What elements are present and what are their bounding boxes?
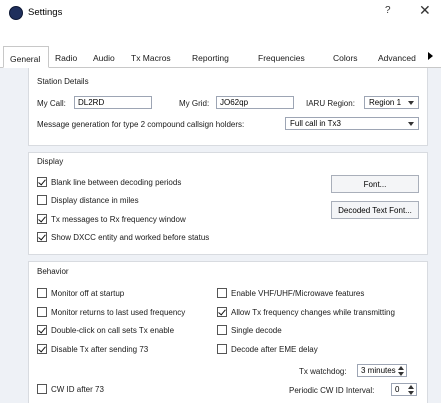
tx-watchdog-spinbox[interactable]: 3 minutes	[357, 364, 407, 377]
my-grid-label: My Grid:	[179, 99, 210, 108]
tx-watchdog-label: Tx watchdog:	[299, 367, 347, 376]
tab-general[interactable]: General	[3, 46, 50, 68]
behavior-title: Behavior	[37, 267, 69, 276]
tab-audio[interactable]: Audio	[93, 53, 115, 63]
periodic-cw-id-label: Periodic CW ID Interval:	[289, 386, 375, 395]
vhf-features-label: Enable VHF/UHF/Microwave features	[231, 288, 365, 298]
cw-id-label: CW ID after 73	[51, 384, 104, 394]
checkbox-unchecked-icon	[217, 325, 227, 335]
tab-bar: General Radio Audio Tx Macros Reporting …	[0, 40, 441, 68]
single-decode-label: Single decode	[231, 325, 282, 335]
tx-rx-window-checkbox[interactable]: Tx messages to Rx frequency window	[37, 214, 186, 224]
checkbox-unchecked-icon	[217, 344, 227, 354]
tab-frequencies[interactable]: Frequencies	[258, 53, 305, 63]
help-button[interactable]: ?	[385, 5, 391, 16]
checkbox-checked-icon	[37, 232, 47, 242]
tab-tx-macros[interactable]: Tx Macros	[131, 53, 171, 63]
checkbox-checked-icon	[37, 325, 47, 335]
mouse-cursor-icon	[428, 52, 433, 60]
checkbox-checked-icon	[37, 177, 47, 187]
spin-up-icon	[408, 385, 414, 389]
blank-line-label: Blank line between decoding periods	[51, 177, 182, 187]
checkbox-unchecked-icon	[37, 384, 47, 394]
monitor-returns-checkbox[interactable]: Monitor returns to last used frequency	[37, 307, 185, 317]
tab-radio[interactable]: Radio	[55, 53, 77, 63]
my-call-label: My Call:	[37, 99, 66, 108]
tab-reporting[interactable]: Reporting	[192, 53, 229, 63]
iaru-region-label: IARU Region:	[306, 99, 355, 108]
spin-down-icon	[408, 391, 414, 395]
vhf-features-checkbox[interactable]: Enable VHF/UHF/Microwave features	[217, 288, 364, 298]
allow-tx-change-checkbox[interactable]: Allow Tx frequency changes while transmi…	[217, 307, 395, 317]
periodic-cw-id-spinbox[interactable]: 0	[391, 383, 417, 396]
station-details-title: Station Details	[37, 77, 89, 86]
window-title: Settings	[28, 7, 63, 18]
distance-miles-checkbox[interactable]: Display distance in miles	[37, 195, 139, 205]
monitor-off-checkbox[interactable]: Monitor off at startup	[37, 288, 124, 298]
tx-rx-window-label: Tx messages to Rx frequency window	[51, 214, 186, 224]
tab-colors[interactable]: Colors	[333, 53, 358, 63]
display-group: Display Blank line between decoding peri…	[28, 152, 428, 255]
checkbox-checked-icon	[37, 344, 47, 354]
checkbox-checked-icon	[37, 214, 47, 224]
checkbox-unchecked-icon	[217, 288, 227, 298]
decode-eme-label: Decode after EME delay	[231, 344, 318, 354]
close-button[interactable]: ✕	[419, 2, 431, 19]
tx-watchdog-value: 3 minutes	[361, 366, 396, 375]
chevron-down-icon	[408, 122, 414, 126]
compound-callsign-select[interactable]: Full call in Tx3	[285, 117, 419, 130]
my-call-input[interactable]: DL2RD	[74, 96, 152, 109]
cw-id-checkbox[interactable]: CW ID after 73	[37, 384, 104, 394]
monitor-returns-label: Monitor returns to last used frequency	[51, 307, 186, 317]
station-details-group: Station Details My Call: DL2RD My Grid: …	[28, 68, 428, 146]
checkbox-unchecked-icon	[37, 195, 47, 205]
double-click-checkbox[interactable]: Double-click on call sets Tx enable	[37, 325, 174, 335]
allow-tx-change-label: Allow Tx frequency changes while transmi…	[231, 307, 395, 317]
periodic-cw-id-value: 0	[395, 385, 400, 394]
spin-down-icon	[398, 372, 404, 376]
compound-callsign-value: Full call in Tx3	[290, 119, 341, 128]
compound-callsign-label: Message generation for type 2 compound c…	[37, 120, 245, 129]
checkbox-unchecked-icon	[37, 288, 47, 298]
dxcc-label: Show DXCC entity and worked before statu…	[51, 232, 210, 242]
iaru-region-select[interactable]: Region 1	[364, 96, 419, 109]
font-button[interactable]: Font...	[331, 175, 419, 193]
display-title: Display	[37, 157, 64, 166]
checkbox-unchecked-icon	[37, 307, 47, 317]
disable-tx-label: Disable Tx after sending 73	[51, 344, 149, 354]
double-click-label: Double-click on call sets Tx enable	[51, 325, 175, 335]
spin-up-icon	[398, 366, 404, 370]
monitor-off-label: Monitor off at startup	[51, 288, 125, 298]
distance-miles-label: Display distance in miles	[51, 195, 139, 205]
dxcc-checkbox[interactable]: Show DXCC entity and worked before statu…	[37, 232, 209, 242]
my-grid-input[interactable]: JO62qp	[216, 96, 294, 109]
disable-tx-checkbox[interactable]: Disable Tx after sending 73	[37, 344, 148, 354]
single-decode-checkbox[interactable]: Single decode	[217, 325, 282, 335]
chevron-down-icon	[408, 101, 414, 105]
decoded-text-font-button[interactable]: Decoded Text Font...	[331, 201, 419, 219]
checkbox-checked-icon	[217, 307, 227, 317]
iaru-region-value: Region 1	[369, 98, 402, 107]
blank-line-checkbox[interactable]: Blank line between decoding periods	[37, 177, 181, 187]
tab-advanced[interactable]: Advanced	[378, 53, 416, 63]
decode-eme-checkbox[interactable]: Decode after EME delay	[217, 344, 318, 354]
title-bar: Settings ? ✕	[0, 0, 441, 28]
app-icon	[9, 6, 23, 20]
general-settings-panel: Station Details My Call: DL2RD My Grid: …	[0, 68, 441, 403]
behavior-group: Behavior Monitor off at startup Monitor …	[28, 261, 428, 403]
